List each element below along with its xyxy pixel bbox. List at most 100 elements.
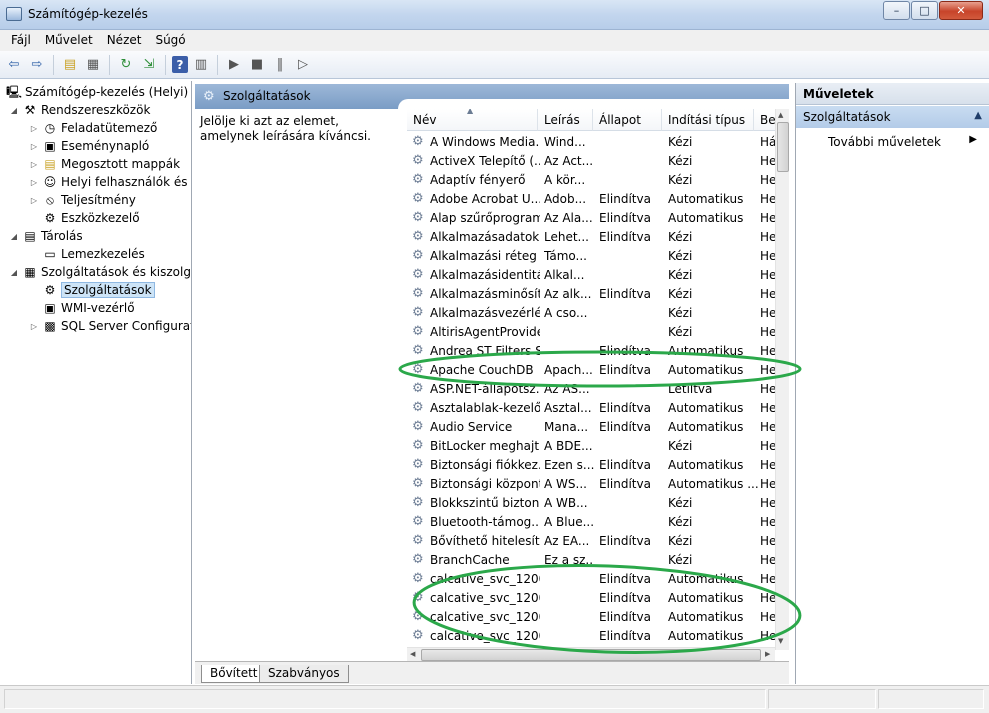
more-actions-item[interactable]: További műveletek (828, 135, 941, 149)
tab-extended[interactable]: Bővített (201, 665, 267, 683)
restart-icon[interactable]: ▷ (293, 55, 313, 75)
services-panel-title: Szolgáltatások (223, 89, 311, 103)
table-row[interactable]: ⚙ BitLocker meghajt... A BDE... Kézi He (407, 437, 789, 456)
expander-expanded-icon[interactable]: ◢ (8, 268, 20, 277)
tree-item-local-users[interactable]: ▷ ☺ Helyi felhasználók és cs (28, 173, 191, 191)
tree-item-system-tools[interactable]: ◢ ⚒ Rendszereszközök (8, 101, 150, 119)
table-row[interactable]: ⚙ A Windows Media... Wind... Kézi Há (407, 133, 789, 152)
table-row[interactable]: ⚙ ActiveX Telepítő (... Az Act... Kézi He (407, 152, 789, 171)
tree-item-event-viewer[interactable]: ▷ ▣ Eseménynapló (28, 137, 149, 155)
menu-file[interactable]: Fájl (4, 30, 38, 51)
expander-collapsed-icon[interactable]: ▷ (28, 124, 40, 133)
table-row[interactable]: ⚙ BranchCache Ez a sz... Kézi He (407, 551, 789, 570)
sort-ascending-icon: ▲ (467, 109, 474, 115)
tree-item-storage[interactable]: ◢ ▤ Tárolás (8, 227, 83, 245)
stop-icon[interactable]: ■ (247, 55, 267, 75)
show-hide-tree-icon[interactable]: ▦ (83, 55, 103, 75)
up-folder-icon[interactable]: ▤ (60, 55, 80, 75)
table-row[interactable]: ⚙ Bővíthető hitelesít... Az EA... Elindítva… (407, 532, 789, 551)
table-row[interactable]: ⚙ Alap szűrőprogram Az Ala... Elindítva Auto… (407, 209, 789, 228)
table-row[interactable]: ⚙ AltirisAgentProvider Kézi He (407, 323, 789, 342)
column-header-description[interactable]: Leírás (538, 109, 593, 131)
tree-item-task-scheduler[interactable]: ▷ ◷ Feladatütemező (28, 119, 157, 137)
table-row[interactable]: ⚙ Alkalmazásvezérlés A cso... Kézi He (407, 304, 789, 323)
table-row[interactable]: ⚙ calcative_svc_1200... Elindítva Automatik… (407, 570, 789, 589)
menu-action[interactable]: Művelet (38, 30, 100, 51)
properties-icon[interactable]: ▥ (191, 55, 211, 75)
cell-name: calcative_svc_1200... (430, 572, 540, 586)
menu-help[interactable]: Súgó (148, 30, 192, 51)
scroll-left-icon[interactable]: ◀ (410, 650, 415, 658)
tree-item-label: Tárolás (41, 229, 83, 243)
cell-description: Az Ala... (544, 211, 593, 225)
play-icon[interactable]: ▶ (224, 55, 244, 75)
table-row[interactable]: ⚙ ASP.NET-állapotsz... Az AS... Letiltva He (407, 380, 789, 399)
table-row[interactable]: ⚙ Alkalmazási réteg ... Támo... Kézi He (407, 247, 789, 266)
service-gear-icon: ⚙ (412, 590, 424, 605)
status-segment (4, 689, 766, 709)
scroll-right-icon[interactable]: ▶ (765, 650, 770, 658)
clock-icon: ◷ (44, 121, 56, 135)
tree-item-services[interactable]: ⚙ Szolgáltatások (28, 281, 155, 299)
table-row[interactable]: ⚙ Adobe Acrobat U... Adob... Elindítva Autom… (407, 190, 789, 209)
service-gear-icon: ⚙ (412, 400, 424, 415)
minimize-button[interactable]: – (883, 1, 910, 20)
table-row[interactable]: ⚙ Asztalablak-kezelő... Asztal... Elindítva… (407, 399, 789, 418)
cell-description: Az alk... (544, 287, 592, 301)
table-row[interactable]: ⚙ Alkalmazásadatok Lehet... Elindítva Kézi He (407, 228, 789, 247)
maximize-button[interactable]: □ (911, 1, 938, 20)
cell-name: Biztonsági központ (430, 477, 540, 491)
table-row[interactable]: ⚙ Bluetooth-támog... A Blue... Kézi He (407, 513, 789, 532)
forward-arrow-icon[interactable]: ⇨ (27, 55, 47, 75)
horizontal-scroll-thumb[interactable] (421, 649, 761, 661)
column-header-startup-type[interactable]: Indítási típus (662, 109, 754, 131)
table-row[interactable]: ⚙ calcative_svc_1200... Elindítva Automatik… (407, 627, 789, 646)
scroll-down-icon[interactable]: ▼ (778, 637, 783, 645)
tab-standard[interactable]: Szabványos (259, 665, 349, 683)
cell-name: Alkalmazásidentitás (430, 268, 540, 282)
tree-item-device-manager[interactable]: ⚙ Eszközkezelő (28, 209, 140, 227)
expander-collapsed-icon[interactable]: ▷ (28, 322, 40, 331)
vertical-scroll-thumb[interactable] (777, 122, 789, 172)
expander-expanded-icon[interactable]: ◢ (8, 232, 20, 241)
close-button[interactable]: ✕ (939, 1, 983, 20)
table-row[interactable]: ⚙ Alkalmazásminősítő Az alk... Elindítva Kéz… (407, 285, 789, 304)
vertical-scrollbar[interactable]: ▲ ▼ (775, 109, 789, 650)
scroll-up-icon[interactable]: ▲ (778, 111, 783, 119)
table-row[interactable]: ⚙ calcative_svc_1200... Elindítva Automatik… (407, 589, 789, 608)
table-row[interactable]: ⚙ Blokkszintű bizton... A WB... Kézi He (407, 494, 789, 513)
console-tree: 🖳 Számítógép-kezelés (Helyi) ◢ ⚒ Rendsze… (0, 81, 192, 684)
menu-view[interactable]: Nézet (100, 30, 149, 51)
table-row[interactable]: ⚙ Apache CouchDB Apach... Elindítva Automati… (407, 361, 789, 380)
cell-description: Az AS... (544, 382, 590, 396)
expander-collapsed-icon[interactable]: ▷ (28, 178, 40, 187)
column-header-name[interactable]: ▲ Név (407, 109, 538, 131)
tree-item-shared-folders[interactable]: ▷ ▤ Megosztott mappák (28, 155, 180, 173)
expander-collapsed-icon[interactable]: ▷ (28, 160, 40, 169)
help-icon[interactable]: ? (172, 56, 188, 73)
refresh-icon[interactable]: ↻ (116, 55, 136, 75)
expander-expanded-icon[interactable]: ◢ (8, 106, 20, 115)
table-row[interactable]: ⚙ Alkalmazásidentitás Alkal... Kézi He (407, 266, 789, 285)
tree-item-wmi-control[interactable]: ▣ WMI-vezérlő (28, 299, 134, 317)
table-row[interactable]: ⚙ Audio Service Mana... Elindítva Automatiku… (407, 418, 789, 437)
actions-section-services[interactable]: Szolgáltatások ▲ (796, 106, 989, 128)
back-arrow-icon[interactable]: ⇦ (4, 55, 24, 75)
column-header-status[interactable]: Állapot (593, 109, 662, 131)
horizontal-scrollbar[interactable]: ◀ ▶ (407, 647, 775, 661)
table-row[interactable]: ⚙ Andrea ST Filters S... Elindítva Automati… (407, 342, 789, 361)
pause-icon[interactable]: ‖ (270, 55, 290, 75)
table-row[interactable]: ⚙ Biztonsági fiókkez... Ezen s... Elindítva… (407, 456, 789, 475)
table-row[interactable]: ⚙ calcative_svc_1200... Elindítva Automatik… (407, 608, 789, 627)
export-icon[interactable]: ⇲ (139, 55, 159, 75)
tree-item-computer-management[interactable]: 🖳 Számítógép-kezelés (Helyi) (4, 83, 188, 101)
tree-item-services-applications[interactable]: ◢ ▦ Szolgáltatások és kiszolgáló (8, 263, 191, 281)
expander-collapsed-icon[interactable]: ▷ (28, 196, 40, 205)
tree-item-sql-server-config[interactable]: ▷ ▩ SQL Server Configuratic (28, 317, 191, 335)
tree-item-performance[interactable]: ▷ ⦸ Teljesítmény (28, 191, 136, 209)
table-row[interactable]: ⚙ Adaptív fényerő A kör... Kézi He (407, 171, 789, 190)
tree-item-disk-management[interactable]: ▭ Lemezkezelés (28, 245, 144, 263)
expander-collapsed-icon[interactable]: ▷ (28, 142, 40, 151)
collapse-up-icon[interactable]: ▲ (974, 110, 982, 121)
table-row[interactable]: ⚙ Biztonsági központ A WS... Elindítva Autom… (407, 475, 789, 494)
